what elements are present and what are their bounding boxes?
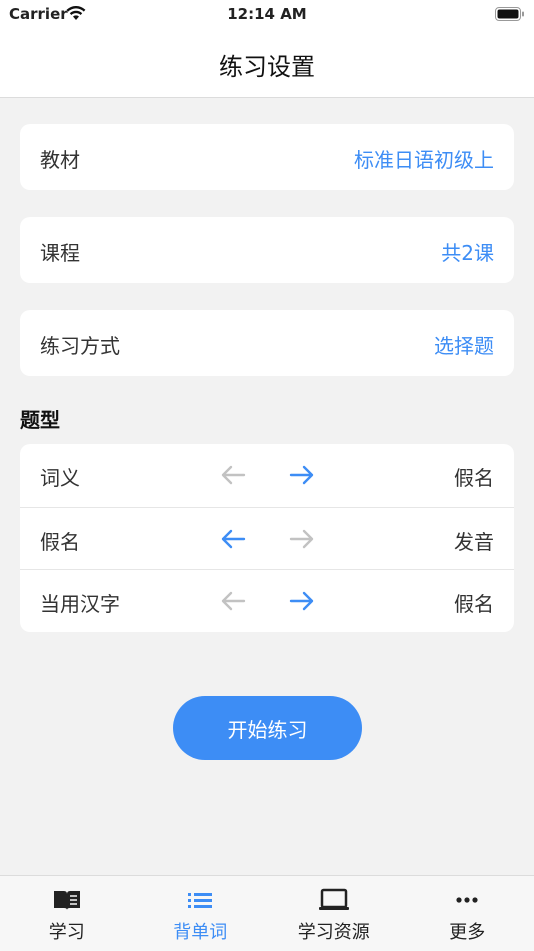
book-icon: [52, 888, 82, 916]
question-type-heading: 题型: [20, 404, 60, 433]
status-bar: Carrier 12:14 AM: [0, 0, 534, 30]
tab-more[interactable]: 更多: [401, 876, 534, 951]
start-practice-button[interactable]: 开始练习: [173, 696, 362, 760]
page-title: 练习设置: [0, 47, 534, 82]
course-row[interactable]: 课程 共2课: [20, 217, 514, 283]
question-type-row: 当用汉字 假名: [20, 569, 514, 632]
practice-mode-label: 练习方式: [40, 330, 120, 359]
more-icon: [453, 888, 481, 916]
course-value[interactable]: 共2课: [441, 237, 494, 266]
tab-label: 背单词: [134, 918, 268, 944]
practice-mode-row[interactable]: 练习方式 选择题: [20, 310, 514, 376]
arrow-right-icon[interactable]: [289, 527, 315, 551]
question-type-card: 词义 假名 假名 发音 当用汉字 假名: [20, 444, 514, 632]
question-type-row: 词义 假名: [20, 444, 514, 507]
course-card: 课程 共2课: [20, 217, 514, 283]
arrow-right-icon[interactable]: [289, 463, 315, 487]
question-type-target: 假名: [454, 462, 494, 491]
tab-resources[interactable]: 学习资源: [267, 876, 401, 951]
arrow-left-icon[interactable]: [220, 463, 246, 487]
battery-icon: [495, 6, 525, 26]
practice-mode-value[interactable]: 选择题: [434, 330, 494, 359]
textbook-row[interactable]: 教材 标准日语初级上: [20, 124, 514, 190]
arrow-left-icon[interactable]: [220, 527, 246, 551]
list-icon: [186, 888, 214, 916]
navigation-bar: 练习设置: [0, 30, 534, 98]
textbook-card: 教材 标准日语初级上: [20, 124, 514, 190]
question-type-target: 假名: [454, 588, 494, 617]
question-type-source: 词义: [40, 462, 80, 491]
tab-label: 更多: [401, 918, 534, 944]
course-label: 课程: [40, 237, 80, 266]
tab-bar: 学习 背单词 学习资源: [0, 875, 534, 951]
laptop-icon: [318, 888, 350, 916]
arrow-right-icon[interactable]: [289, 589, 315, 613]
practice-mode-card: 练习方式 选择题: [20, 310, 514, 376]
textbook-value[interactable]: 标准日语初级上: [354, 144, 494, 173]
tab-label: 学习资源: [267, 918, 401, 944]
arrow-left-icon[interactable]: [220, 589, 246, 613]
tab-study[interactable]: 学习: [0, 876, 134, 951]
question-type-source: 当用汉字: [40, 588, 120, 617]
tab-vocabulary[interactable]: 背单词: [134, 876, 268, 951]
question-type-row: 假名 发音: [20, 507, 514, 570]
question-type-target: 发音: [454, 526, 494, 555]
clock-time: 12:14 AM: [0, 5, 534, 23]
tab-label: 学习: [0, 918, 134, 944]
question-type-source: 假名: [40, 526, 80, 555]
textbook-label: 教材: [40, 144, 80, 173]
